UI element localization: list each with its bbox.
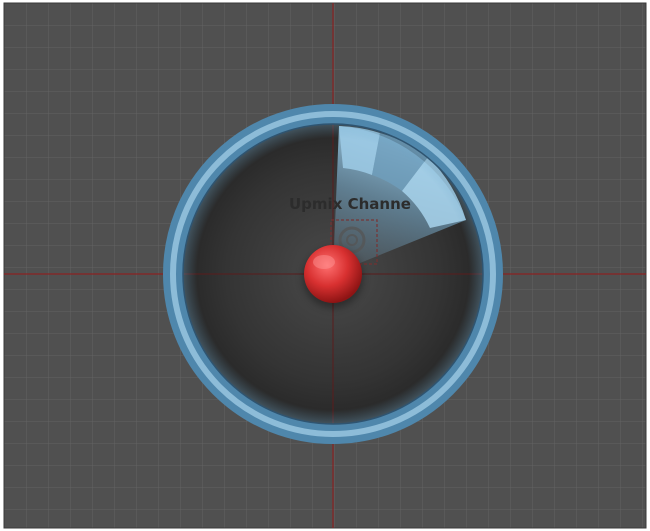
emitter-ball[interactable]: [304, 245, 362, 303]
panner-canvas[interactable]: Upmix Channe: [0, 0, 650, 531]
upmix-channel-label: Upmix Channe: [289, 195, 411, 213]
upmix-panner-view: Upmix Channe: [0, 0, 650, 531]
emitter-ball-highlight: [313, 255, 335, 269]
